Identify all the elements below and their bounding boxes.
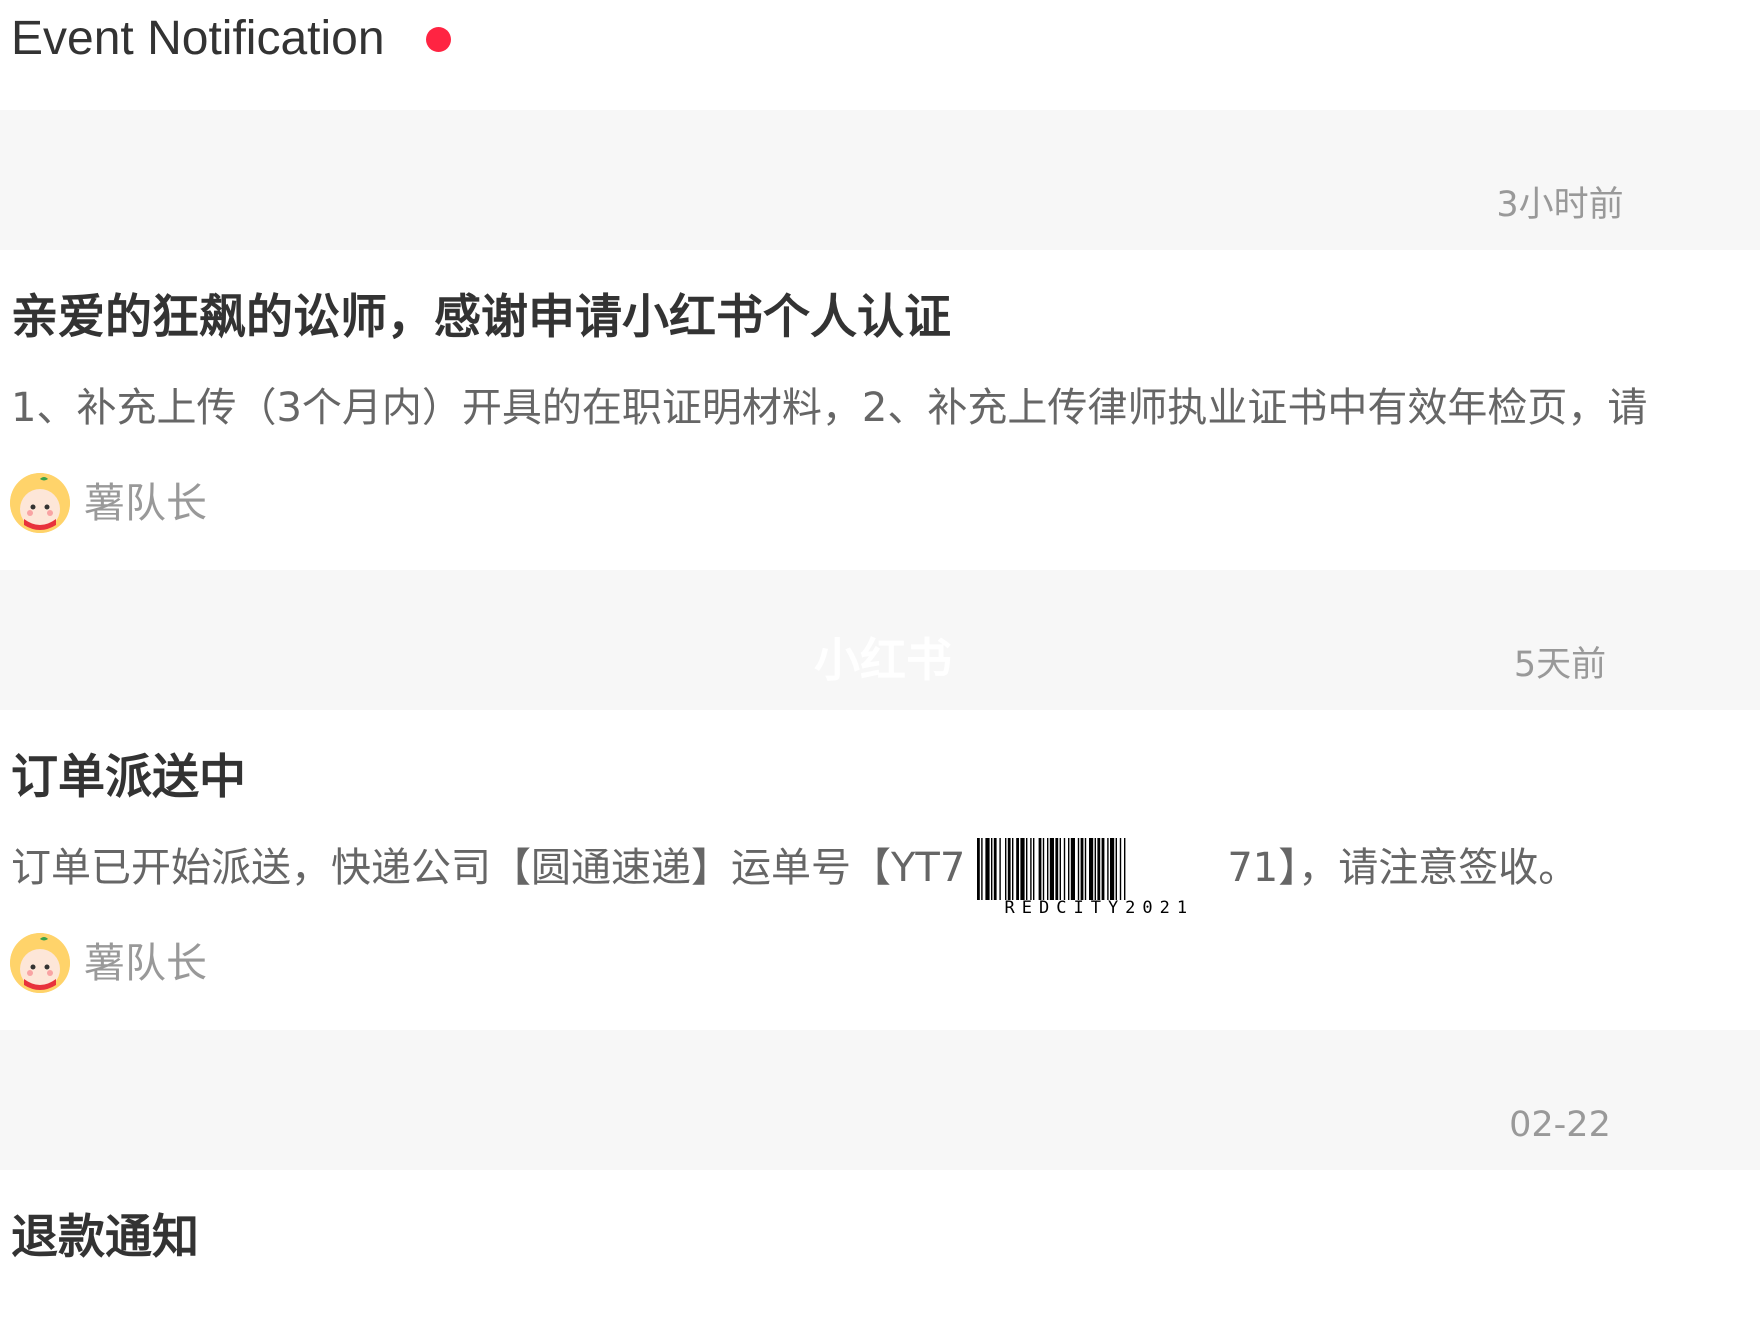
notification-time: 5天前: [1513, 645, 1607, 685]
barcode-icon: REDCITY2021: [975, 838, 1224, 922]
notification-author[interactable]: 薯队长: [10, 932, 207, 994]
page-title: Event Notification: [11, 12, 385, 65]
mascot-avatar-icon: [10, 473, 70, 533]
unread-indicator-dot: [426, 27, 451, 52]
notification-card[interactable]: 退款通知: [0, 1170, 1760, 1320]
watermark-logo: 小红书: [814, 633, 952, 687]
notification-time: 3小时前: [1496, 185, 1624, 225]
author-name: 薯队长: [84, 939, 207, 987]
notification-card[interactable]: 亲爱的狂飙的讼师，感谢申请小红书个人认证 1、补充上传（3个月内）开具的在职证明…: [0, 250, 1760, 570]
page-header: Event Notification: [0, 0, 1760, 110]
notification-time: 02-22: [1509, 1105, 1611, 1145]
notification-card[interactable]: 订单派送中 订单已开始派送，快递公司【圆通速递】运单号【YT7 REDCITY2…: [0, 710, 1760, 1030]
body-prefix: 订单已开始派送，快递公司【圆通速递】运单号【YT7: [11, 845, 966, 891]
barcode-label: REDCITY2021: [1004, 898, 1195, 918]
notification-title: 亲爱的狂飙的讼师，感谢申请小红书个人认证: [11, 290, 951, 345]
body-suffix: 71】，请注意签收。: [1227, 845, 1579, 891]
mascot-avatar-icon: [10, 933, 70, 993]
timestamp-band: 02-22: [0, 1030, 1760, 1170]
timestamp-band: 3小时前: [0, 110, 1760, 250]
notification-body: 1、补充上传（3个月内）开具的在职证明材料，2、补充上传律师执业证书中有效年检页…: [11, 385, 1648, 431]
notification-title: 订单派送中: [11, 750, 246, 805]
notification-author[interactable]: 薯队长: [10, 472, 207, 534]
author-name: 薯队长: [84, 479, 207, 527]
notification-body: 订单已开始派送，快递公司【圆通速递】运单号【YT7 REDCITY2021 71…: [11, 838, 1579, 922]
notification-title: 退款通知: [11, 1210, 199, 1265]
